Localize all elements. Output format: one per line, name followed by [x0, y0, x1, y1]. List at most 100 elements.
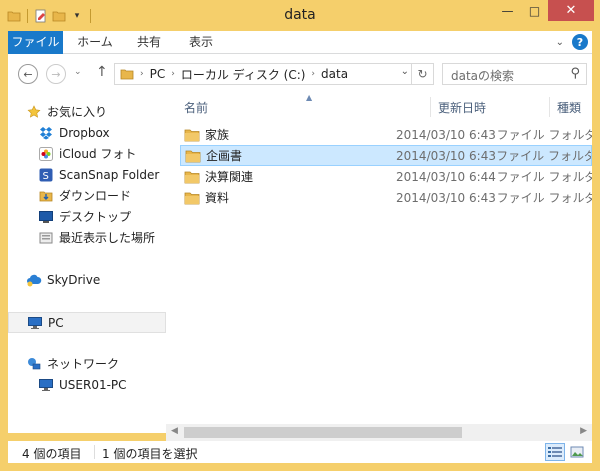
file-type: ファイル フォルダー — [496, 170, 592, 184]
tab-file[interactable]: ファイル — [8, 31, 63, 54]
file-type: ファイル フォルダー — [496, 149, 592, 163]
close-button[interactable]: ✕ — [548, 0, 594, 21]
up-button[interactable]: ↑ — [96, 64, 108, 80]
navigation-pane: お気に入り Dropbox iCloud フォト S ScanSnap Fold… — [8, 93, 166, 433]
ribbon-tabs: ファイル ホーム 共有 表示 ⌄ ? — [8, 31, 592, 54]
file-name: 企画書 — [206, 149, 243, 163]
minimize-button[interactable]: — — [494, 0, 521, 21]
expand-ribbon-icon[interactable]: ⌄ — [556, 37, 564, 48]
folder-icon — [184, 169, 200, 185]
network-icon — [26, 356, 42, 372]
computer-icon — [38, 377, 54, 393]
tab-home[interactable]: ホーム — [70, 31, 120, 54]
file-date: 2014/03/10 6:43 — [396, 190, 496, 205]
large-icons-view-icon — [570, 446, 584, 458]
sidebar-item-network[interactable]: ネットワーク — [26, 353, 184, 374]
folder-icon — [184, 190, 200, 206]
dropbox-icon — [38, 125, 54, 141]
svg-text:S: S — [43, 171, 49, 182]
file-list: 名前 ▲ 更新日時 種類 家族 2014/03/10 6:43 ファイル フォル… — [166, 93, 592, 433]
details-view-icon — [548, 447, 562, 457]
details-view-button[interactable] — [545, 443, 565, 461]
file-date: 2014/03/10 6:44 — [396, 169, 496, 184]
scansnap-icon: S — [38, 167, 54, 183]
pc-icon — [27, 315, 43, 331]
recent-places-icon — [38, 230, 54, 246]
customize-toolbar-icon[interactable]: ▾ — [69, 8, 85, 24]
sidebar-item-label: USER01-PC — [59, 377, 127, 392]
tab-share[interactable]: 共有 — [126, 31, 172, 54]
sidebar-item-label: ネットワーク — [47, 357, 120, 371]
properties-icon[interactable] — [33, 8, 49, 24]
sidebar-item-label: デスクトップ — [59, 210, 132, 224]
folder-icon — [6, 8, 22, 24]
sort-ascending-icon: ▲ — [306, 93, 313, 102]
explorer-window: ▾ data — □ ✕ ファイル ホーム 共有 表示 ⌄ ? ← → ⌄ ↑ … — [0, 0, 600, 471]
column-header-label: 名前 — [184, 100, 209, 115]
horizontal-scrollbar[interactable]: ◀ ▶ — [166, 424, 592, 441]
sidebar-item-label: お気に入り — [47, 105, 108, 119]
sidebar-item-skydrive[interactable]: SkyDrive — [26, 269, 184, 290]
scrollbar-thumb[interactable] — [184, 427, 462, 438]
large-icons-view-button[interactable] — [567, 443, 587, 461]
file-date: 2014/03/10 6:43 — [396, 127, 496, 142]
status-bar: 4 個の項目 1 個の項目を選択 — [8, 441, 592, 463]
sidebar-item-label: 最近表示した場所 — [59, 231, 156, 245]
star-icon — [26, 104, 42, 120]
table-row[interactable]: 決算関連 2014/03/10 6:44 ファイル フォルダー — [180, 166, 592, 187]
folder-icon — [184, 127, 200, 143]
column-header-date[interactable]: 更新日時 — [438, 97, 486, 117]
chevron-right-icon[interactable]: › — [171, 69, 175, 79]
sidebar-item-favorites[interactable]: お気に入り — [26, 101, 184, 122]
forward-button[interactable]: → — [46, 64, 66, 84]
refresh-icon[interactable]: ↻ — [411, 64, 433, 84]
title-bar: ▾ data — □ ✕ — [0, 0, 600, 32]
ribbon-right: ⌄ ? — [556, 34, 588, 50]
search-box[interactable]: dataの検索 ⚲ — [442, 63, 587, 85]
back-button[interactable]: ← — [18, 64, 38, 84]
file-name: 決算関連 — [205, 170, 254, 184]
file-type: ファイル フォルダー — [496, 191, 592, 205]
scroll-left-icon[interactable]: ◀ — [171, 426, 178, 436]
tab-view[interactable]: 表示 — [178, 31, 224, 54]
toolbar-divider — [90, 9, 91, 23]
selection-count: 1 個の項目を選択 — [102, 447, 198, 461]
breadcrumb-pc[interactable]: PC — [150, 67, 166, 81]
item-count: 4 個の項目 — [22, 447, 82, 461]
status-divider — [94, 445, 95, 459]
maximize-button[interactable]: □ — [521, 0, 548, 21]
sidebar-item-label: iCloud フォト — [59, 147, 137, 161]
desktop-icon — [38, 209, 54, 225]
column-header-label: 種類 — [557, 100, 582, 115]
recent-locations-icon[interactable]: ⌄ — [74, 67, 82, 77]
search-icon[interactable]: ⚲ — [570, 66, 580, 81]
sidebar-item-pc[interactable]: PC — [8, 312, 166, 333]
column-header-name[interactable]: 名前 — [184, 97, 208, 117]
file-name: 資料 — [205, 191, 230, 205]
file-name: 家族 — [205, 128, 230, 142]
column-divider[interactable] — [549, 97, 550, 117]
sidebar-item-label: SkyDrive — [47, 272, 101, 287]
breadcrumb-local-disk[interactable]: ローカル ディスク (C:) — [181, 66, 306, 83]
folder-icon — [185, 148, 201, 164]
breadcrumb-data[interactable]: data — [321, 67, 348, 81]
help-icon[interactable]: ? — [572, 34, 588, 50]
sidebar-item-label: Dropbox — [59, 125, 110, 140]
scroll-right-icon[interactable]: ▶ — [580, 426, 587, 436]
new-folder-icon[interactable] — [51, 8, 67, 24]
column-header-type[interactable]: 種類 — [557, 97, 581, 117]
chevron-right-icon[interactable]: › — [311, 69, 315, 79]
table-row-selected[interactable]: 企画書 2014/03/10 6:43 ファイル フォルダー — [180, 145, 592, 166]
column-divider[interactable] — [430, 97, 431, 117]
address-bar[interactable]: › PC › ローカル ディスク (C:) › data ⌄ ↻ — [114, 63, 434, 85]
address-dropdown-icon[interactable]: ⌄ — [401, 66, 409, 77]
table-row[interactable]: 資料 2014/03/10 6:43 ファイル フォルダー — [180, 187, 592, 208]
chevron-right-icon[interactable]: › — [140, 69, 144, 79]
skydrive-cloud-icon — [26, 272, 42, 288]
file-type: ファイル フォルダー — [496, 128, 592, 142]
downloads-folder-icon — [38, 188, 54, 204]
table-row[interactable]: 家族 2014/03/10 6:43 ファイル フォルダー — [180, 124, 592, 145]
folder-icon — [120, 67, 134, 81]
icloud-photos-icon — [38, 146, 54, 162]
sidebar-item-label: ダウンロード — [59, 189, 132, 203]
